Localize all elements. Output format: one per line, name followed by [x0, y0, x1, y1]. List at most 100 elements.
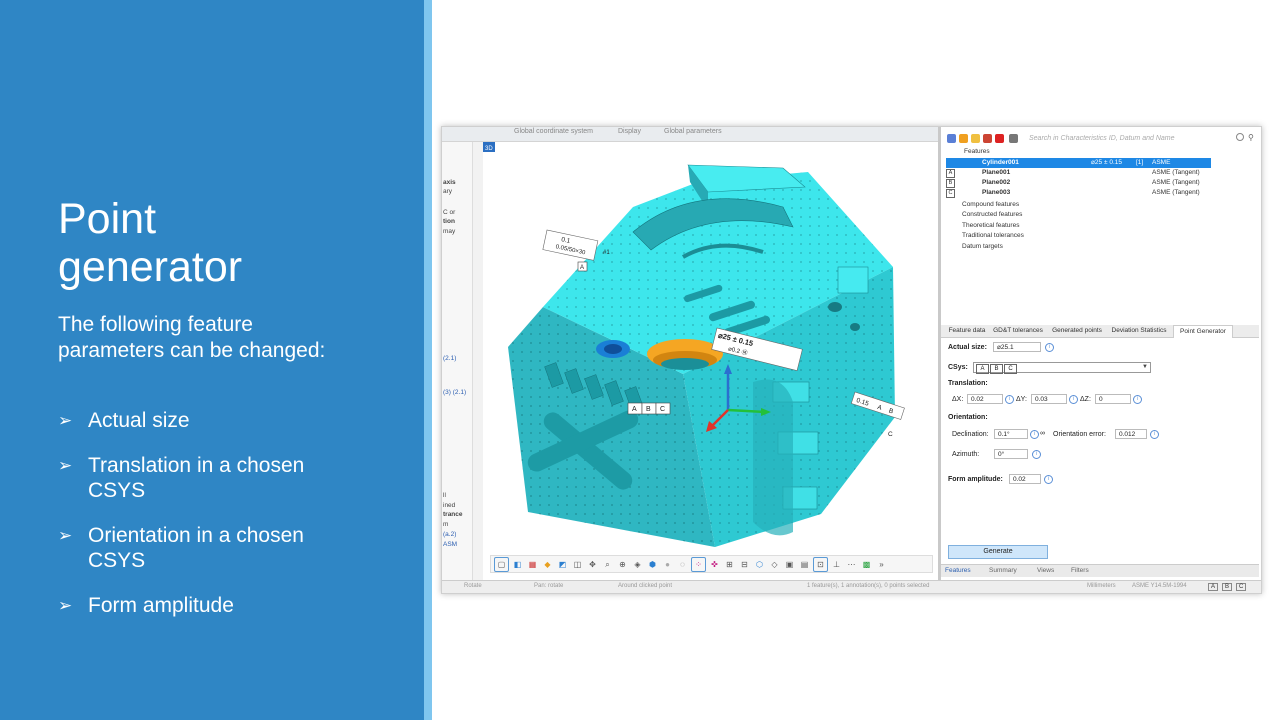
csys-dropdown[interactable]: A B C ▼	[973, 362, 1151, 374]
edit-icon[interactable]	[983, 134, 992, 143]
dz-label: ΔZ:	[1080, 396, 1091, 403]
tree-group[interactable]: Theoretical features	[946, 221, 1211, 231]
search-input[interactable]: Search in Characteristics ID, Datum and …	[1029, 133, 1249, 145]
point-icon[interactable]: ●	[661, 558, 674, 571]
status-pan[interactable]: Pan: rotate	[534, 583, 563, 589]
feature-standard: ASME (Tangent)	[1152, 179, 1200, 186]
info-icon[interactable]: i	[1150, 430, 1159, 439]
orange-icon[interactable]: ◆	[541, 558, 554, 571]
title-line-1: Point	[58, 195, 157, 243]
tab-generated-points[interactable]: Generated points	[1049, 325, 1105, 337]
dx-field[interactable]: 0.02	[967, 394, 1003, 404]
infinity-icon[interactable]: ∞	[1040, 429, 1045, 439]
bullet-item: ➢ Form amplitude	[58, 593, 398, 618]
tab-deviation-statistics[interactable]: Deviation Statistics	[1107, 325, 1171, 337]
gear-yellow-icon[interactable]	[971, 134, 980, 143]
tree-group[interactable]: Constructed features	[946, 210, 1211, 220]
gear-orange-icon[interactable]	[959, 134, 968, 143]
tab-coordinate-system[interactable]: Global coordinate system	[514, 128, 593, 135]
strip-text: C or	[443, 209, 456, 216]
tree-group[interactable]: Datum targets	[946, 242, 1211, 252]
info-icon[interactable]: i	[1133, 395, 1142, 404]
sort-icon[interactable]	[1009, 134, 1018, 143]
status-around-point[interactable]: Around clicked point	[618, 583, 672, 589]
shade-icon[interactable]: ⬡	[753, 558, 766, 571]
feature-tree: Features Cylinder001 ⌀25 ± 0.15 [1] ASME…	[946, 147, 1256, 325]
sphere-icon[interactable]: ⬢	[646, 558, 659, 571]
azimuth-field[interactable]: 0°	[994, 449, 1028, 459]
3d-viewport[interactable]: 3D 0.1 0.05/50×30 #1 A ⌀25 ± 0.15 ⌀0.2 Ⓜ…	[483, 142, 938, 582]
axis-icon[interactable]: ⊞	[723, 558, 736, 571]
tree-root-label: Features	[964, 148, 990, 155]
layer-icon[interactable]: ⊟	[738, 558, 751, 571]
tab-global-parameters[interactable]: Global parameters	[664, 128, 722, 135]
info-icon[interactable]: i	[1044, 475, 1053, 484]
tree-root[interactable]: Features	[946, 147, 1211, 157]
tree-row-plane001[interactable]: A Plane001 ASME (Tangent)	[946, 168, 1211, 178]
strip-text: axis	[443, 179, 456, 186]
datum-frame[interactable]: A B C	[627, 402, 671, 415]
box-icon[interactable]: ◧	[511, 558, 524, 571]
pin-icon[interactable]: ⚲	[1248, 133, 1257, 142]
dz-field[interactable]: 0	[1095, 394, 1131, 404]
frame-icon[interactable]: ◫	[571, 558, 584, 571]
info-icon[interactable]: i	[1032, 450, 1041, 459]
feature-standard: ASME (Tangent)	[1152, 169, 1200, 176]
cube-icon[interactable]: ◈	[631, 558, 644, 571]
pan-icon[interactable]: ✜	[708, 558, 721, 571]
status-units[interactable]: Millimeters	[1087, 583, 1116, 589]
search-icon[interactable]	[1236, 133, 1244, 141]
info-icon[interactable]: i	[1045, 343, 1054, 352]
tree-group[interactable]: Traditional tolerances	[946, 231, 1211, 241]
grid-icon[interactable]: ▦	[526, 558, 539, 571]
status-rotate[interactable]: Rotate	[464, 583, 482, 589]
pink-icon[interactable]: ◌	[676, 558, 689, 571]
cad-model-drawing: 3D 0.1 0.05/50×30 #1 A ⌀25 ± 0.15 ⌀0.2 Ⓜ…	[483, 142, 905, 547]
tab-display[interactable]: Display	[618, 128, 641, 135]
zoom-out-icon[interactable]: ⌕	[601, 558, 614, 571]
info-icon[interactable]: i	[1005, 395, 1014, 404]
camera-icon[interactable]: ▣	[783, 558, 796, 571]
strip-text: may	[443, 228, 456, 235]
fit-icon[interactable]: ⁘	[691, 556, 706, 572]
tree-row-plane003[interactable]: C Plane003 ASME (Tangent)	[946, 188, 1211, 198]
mode-icon[interactable]: ▩	[860, 558, 873, 571]
list-icon[interactable]	[947, 134, 956, 143]
tree-row-plane002[interactable]: B Plane002 ASME (Tangent)	[946, 178, 1211, 188]
tab-summary[interactable]: Summary	[989, 565, 1017, 577]
bullet-text: Form amplitude	[88, 594, 234, 617]
accent-stripe	[424, 0, 432, 720]
blue-icon[interactable]: ◩	[556, 558, 569, 571]
tab-views[interactable]: Views	[1037, 565, 1054, 577]
status-standard[interactable]: ASME Y14.5M-1994	[1132, 583, 1187, 589]
tree-group[interactable]: Compound features	[946, 200, 1211, 210]
group-label: Datum targets	[962, 243, 1003, 250]
tab-point-generator[interactable]: Point Generator	[1173, 325, 1233, 338]
zoom-in-icon[interactable]: ✥	[586, 558, 599, 571]
tab-filters[interactable]: Filters	[1071, 565, 1089, 577]
info-icon[interactable]: i	[1030, 430, 1039, 439]
actual-size-field[interactable]: ⌀25.1	[993, 342, 1041, 352]
declination-field[interactable]: 0.1°	[994, 429, 1028, 439]
wire-icon[interactable]: ▤	[798, 558, 811, 571]
tab-feature-data[interactable]: Feature data	[945, 325, 989, 337]
orientation-error-field[interactable]: 0.012	[1115, 429, 1147, 439]
more-icon[interactable]: »	[875, 558, 888, 571]
view-icon[interactable]: ◇	[768, 558, 781, 571]
render-icon[interactable]: ⊕	[616, 558, 629, 571]
color-icon[interactable]: ⋯	[845, 558, 858, 571]
delete-icon[interactable]	[995, 134, 1004, 143]
info-icon[interactable]: i	[1069, 395, 1078, 404]
slide-title: Point generator	[58, 195, 408, 291]
strip-text: (3) (2.1)	[443, 389, 467, 396]
select-icon[interactable]: ▢	[494, 556, 509, 572]
tree-row-cylinder001[interactable]: Cylinder001 ⌀25 ± 0.15 [1] ASME	[946, 158, 1211, 168]
form-amplitude-field[interactable]: 0.02	[1009, 474, 1041, 484]
generate-button[interactable]: Generate	[948, 545, 1048, 559]
edges-icon[interactable]: ⊡	[813, 556, 828, 572]
tab-features[interactable]: Features	[945, 565, 971, 577]
strip-text: (2.1)	[443, 355, 457, 362]
triad-icon[interactable]: ⊥	[830, 558, 843, 571]
dy-field[interactable]: 0.03	[1031, 394, 1067, 404]
tab-gdt-tolerances[interactable]: GD&T tolerances	[991, 325, 1045, 337]
